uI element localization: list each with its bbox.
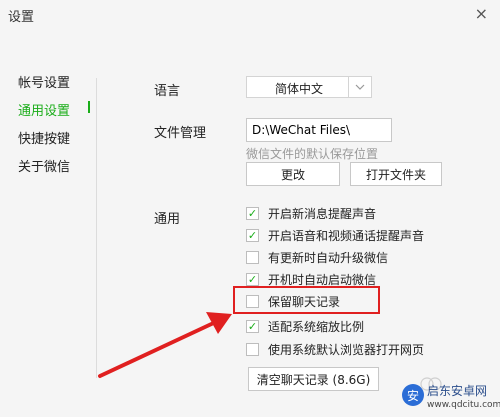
watermark-url: www.qdcitu.com [427,400,500,410]
annotation-arrow [98,312,232,378]
watermark-logo-icon: 安 [402,384,424,406]
watermark-title: 启东安卓网 [427,384,488,398]
watermark: 安 启东安卓网 www.qdcitu.com [402,382,500,417]
